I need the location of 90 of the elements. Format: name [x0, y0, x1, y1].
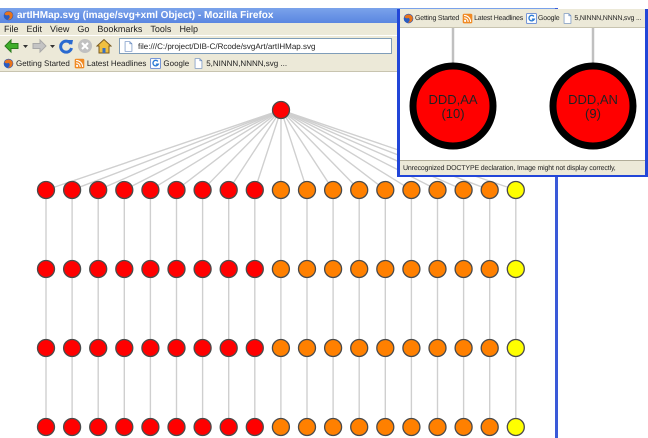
connector-line — [280, 356, 282, 418]
connector-line — [592, 28, 594, 62]
connector-line — [71, 356, 73, 418]
connector-line — [384, 198, 386, 260]
connector-line — [228, 356, 230, 418]
connector-line — [515, 356, 516, 418]
home-button-icon[interactable] — [96, 38, 112, 54]
connector-line — [71, 278, 73, 340]
connector-line — [358, 278, 360, 340]
globe-icon — [3, 58, 14, 69]
bookmark-link[interactable]: Google — [150, 58, 190, 69]
bookmark-link[interactable]: Getting Started — [3, 58, 70, 69]
page-icon — [562, 12, 574, 24]
connector-line — [384, 356, 386, 418]
connector-line — [254, 356, 256, 418]
connector-line — [45, 198, 47, 260]
connector-line — [306, 198, 308, 260]
connector-line — [332, 198, 334, 260]
address-field[interactable]: file:///C:/project/DIB-C/Rcode/svgArt/artIHMap.svg — [119, 38, 392, 54]
connector-line — [150, 356, 152, 418]
globe-icon — [403, 12, 414, 24]
bookmark-link[interactable]: 5,NINNN,NNNN,svg ... — [193, 58, 288, 69]
connector-line — [280, 198, 282, 260]
app-logo-icon — [3, 10, 14, 21]
connector-line — [45, 278, 47, 340]
connector-line — [98, 278, 99, 340]
connector-line — [98, 356, 99, 418]
connector-line — [515, 198, 516, 260]
node-label: DDD,AA — [428, 92, 478, 107]
connector-line — [332, 278, 334, 340]
connector-line — [202, 278, 204, 340]
menu-item[interactable]: Help — [179, 24, 198, 34]
connector-line — [436, 198, 438, 260]
node-count: (9) — [585, 106, 601, 121]
letter-g-icon — [150, 58, 162, 69]
connector-line — [410, 198, 412, 260]
connector-line — [124, 278, 125, 340]
connector-line — [462, 356, 464, 418]
connector-line — [384, 278, 386, 340]
connector-line — [462, 278, 464, 340]
node-count: (10) — [441, 106, 465, 121]
connector-line — [332, 356, 334, 418]
connector-line — [176, 198, 178, 260]
back-button-icon[interactable] — [4, 38, 20, 54]
connector-line — [358, 198, 360, 260]
connector-line — [254, 278, 256, 340]
connector-line — [45, 356, 47, 418]
connector-line — [228, 198, 230, 260]
connector-line — [436, 356, 438, 418]
connector-line — [410, 278, 412, 340]
connector-line — [489, 356, 490, 418]
connector-line — [202, 198, 204, 260]
connector-line — [452, 28, 454, 62]
menu-item[interactable]: Bookmarks — [97, 24, 142, 34]
connector-line — [436, 278, 438, 340]
connector-line — [98, 198, 99, 260]
connector-line — [410, 356, 412, 418]
menu-item[interactable]: Go — [77, 24, 90, 34]
connector-line — [71, 198, 73, 260]
page-icon — [123, 40, 134, 52]
menu-item[interactable]: File — [4, 24, 19, 34]
connector-line — [124, 198, 125, 260]
window-title: artIHMap.svg (image/svg+xml Object) - Mozilla Firefox — [17, 10, 274, 21]
connector-line — [515, 278, 516, 340]
connector-line — [489, 198, 490, 260]
connector-line — [176, 356, 178, 418]
menu-item[interactable]: View — [50, 24, 70, 34]
bookmark-link[interactable]: Latest Headlines — [74, 58, 146, 69]
feed-icon — [462, 12, 474, 24]
page-icon — [193, 58, 204, 69]
connector-line — [254, 198, 256, 260]
connector-line — [228, 278, 230, 340]
connector-line — [462, 198, 464, 260]
connector-line — [150, 278, 152, 340]
connector-line — [150, 198, 152, 260]
menu-item[interactable]: Tools — [150, 24, 172, 34]
connector-line — [489, 278, 490, 340]
letter-g-icon — [526, 12, 538, 24]
connector-line — [358, 356, 360, 418]
address-text: file:///C:/project/DIB-C/Rcode/svgArt/artIHMap.svg — [138, 42, 316, 51]
connector-line — [202, 356, 204, 418]
reload-button-icon[interactable] — [58, 38, 74, 54]
connector-line — [280, 278, 282, 340]
menu-item[interactable]: Edit — [26, 24, 42, 34]
connector-line — [306, 356, 308, 418]
connector-line — [306, 278, 308, 340]
connector-line — [124, 356, 125, 418]
node-label: DDD,AN — [568, 92, 618, 107]
feed-icon — [74, 58, 85, 69]
connector-line — [176, 278, 178, 340]
